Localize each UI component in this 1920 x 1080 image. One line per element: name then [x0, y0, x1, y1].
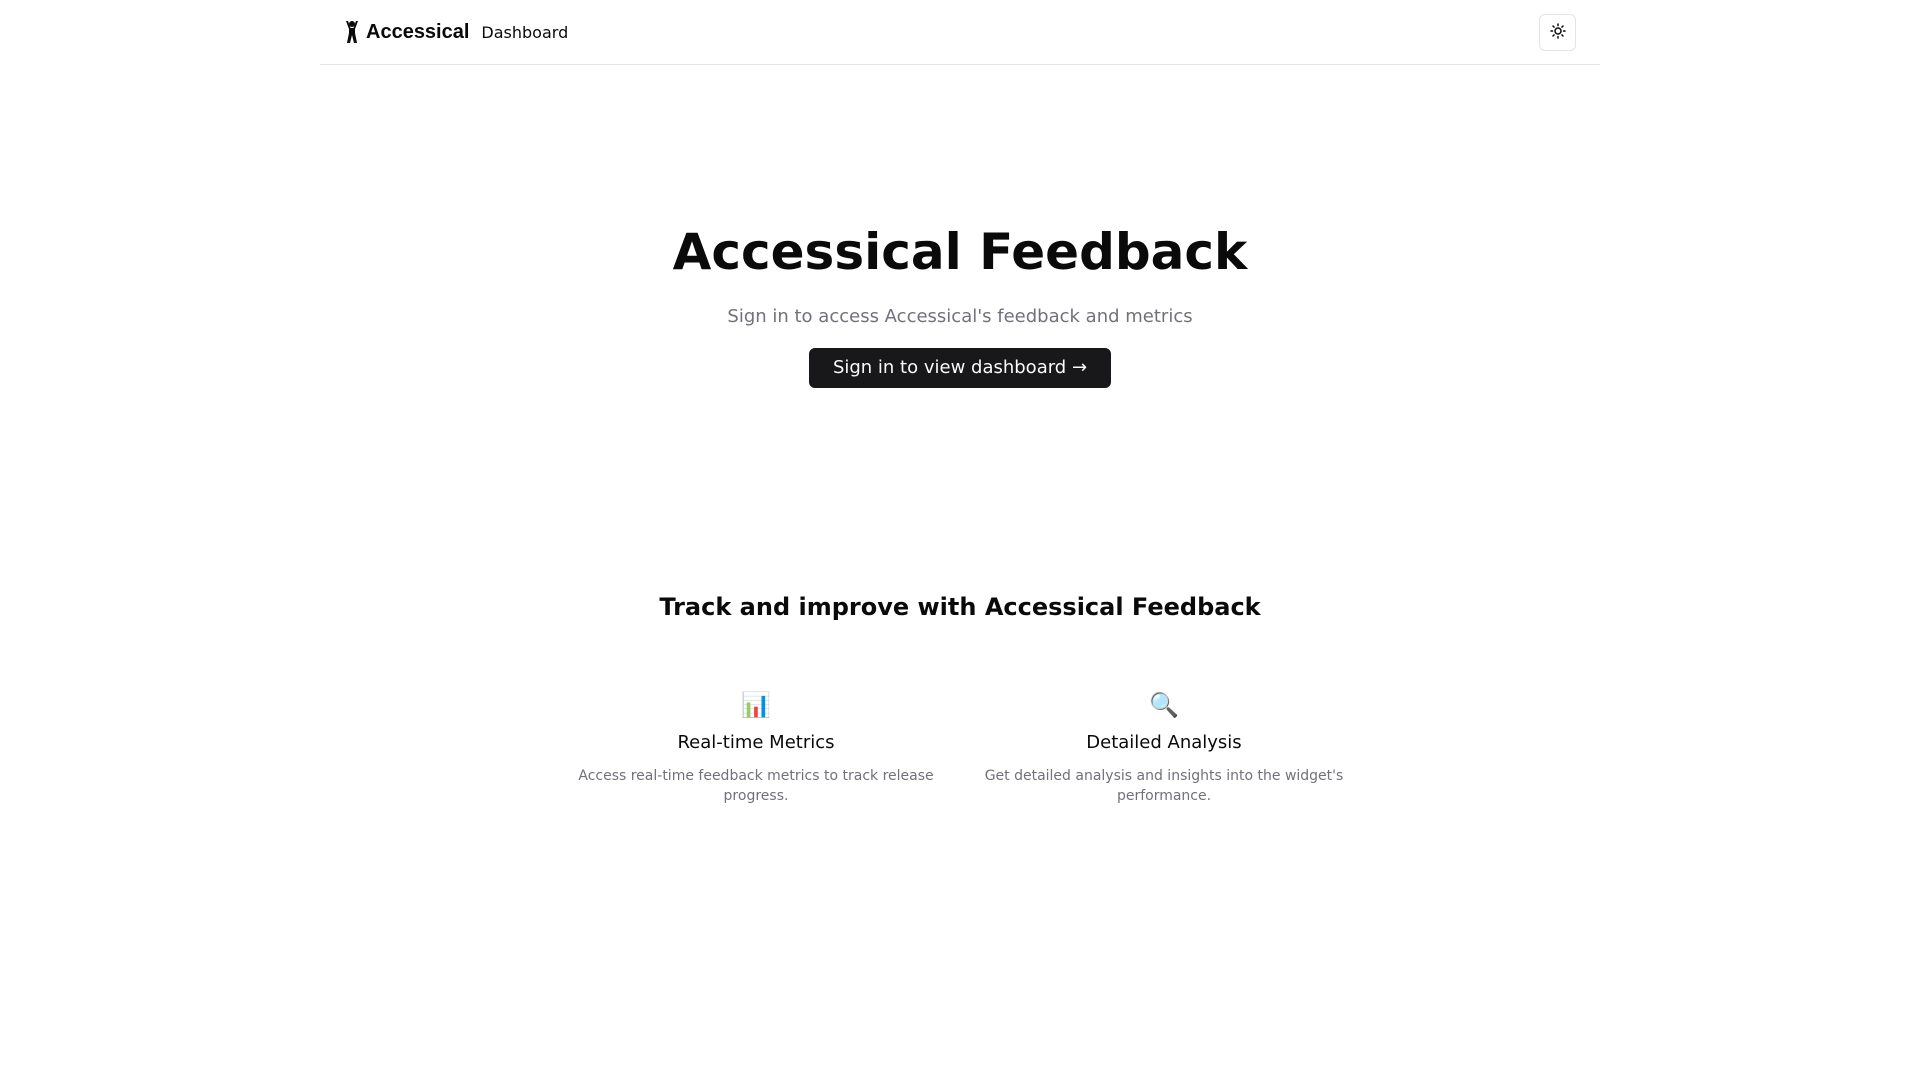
page-title: Accessical Feedback — [672, 223, 1248, 281]
brand-name: Accessical — [366, 20, 470, 43]
feature-title: Real-time Metrics — [677, 732, 835, 753]
features-section: Track and improve with Accessical Feedba… — [0, 590, 1920, 804]
feature-description: Access real-time feedback metrics to tra… — [578, 768, 934, 804]
brand-logo[interactable]: Accessical — [344, 20, 469, 44]
top-navbar: Accessical Dashboard — [320, 0, 1600, 65]
sun-icon — [1549, 22, 1566, 42]
hero-subtitle: Sign in to access Accessical's feedback … — [727, 306, 1193, 327]
sign-in-button[interactable]: Sign in to view dashboard → — [808, 348, 1112, 388]
theme-toggle-button[interactable] — [1539, 13, 1576, 51]
feature-grid: 📊 Real-time Metrics Access real-time fee… — [0, 690, 1920, 830]
feature-card-real-time-metrics: 📊 Real-time Metrics Access real-time fee… — [571, 690, 941, 806]
features-heading: Track and improve with Accessical Feedba… — [659, 593, 1261, 621]
bar-chart-icon: 📊 — [741, 691, 771, 719]
accessibility-figure-icon — [344, 20, 360, 44]
magnifying-glass-icon: 🔍 — [1149, 691, 1179, 719]
feature-description: Get detailed analysis and insights into … — [984, 768, 1344, 804]
nav-link-dashboard[interactable]: Dashboard — [481, 23, 568, 42]
feature-card-detailed-analysis: 🔍 Detailed Analysis Get detailed analysi… — [979, 690, 1349, 806]
hero-section: Accessical Feedback Sign in to access Ac… — [0, 218, 1920, 388]
feature-title: Detailed Analysis — [1086, 732, 1242, 753]
